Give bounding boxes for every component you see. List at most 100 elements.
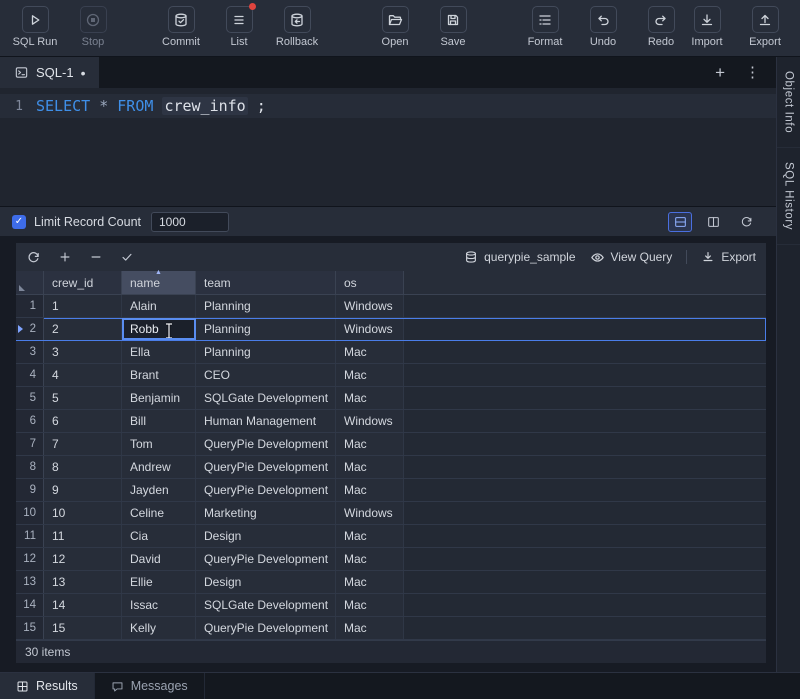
format-button[interactable]: Format [522, 6, 568, 48]
cell-team[interactable]: QueryPie Development [196, 617, 336, 639]
column-header-crew_id[interactable]: crew_id [44, 271, 122, 294]
limit-count-input[interactable] [151, 212, 229, 232]
cell-name[interactable]: Brant [122, 364, 196, 386]
cell-name[interactable]: Kelly [122, 617, 196, 639]
table-row[interactable]: 55BenjaminSQLGate DevelopmentMac [16, 387, 766, 410]
more-options-icon[interactable]: ⋮ [745, 65, 760, 80]
cell-team[interactable]: QueryPie Development [196, 479, 336, 501]
list-button[interactable]: List [216, 6, 262, 48]
cell-team[interactable]: Design [196, 571, 336, 593]
new-tab-icon[interactable]: + [715, 64, 725, 81]
table-row[interactable]: 11AlainPlanningWindows [16, 295, 766, 318]
table-row[interactable]: 22PlanningWindows [16, 318, 766, 341]
cell-os[interactable]: Mac [336, 571, 404, 593]
apply-changes-icon[interactable] [120, 250, 134, 264]
cell-team[interactable]: Design [196, 525, 336, 547]
row-number[interactable]: 8 [16, 456, 44, 478]
cell-name[interactable]: David [122, 548, 196, 570]
table-row[interactable]: 1313EllieDesignMac [16, 571, 766, 594]
column-header-team[interactable]: team [196, 271, 336, 294]
tab-messages[interactable]: Messages [95, 673, 205, 699]
cell-name[interactable]: Issac [122, 594, 196, 616]
table-row[interactable]: 99JaydenQueryPie DevelopmentMac [16, 479, 766, 502]
cell-name[interactable]: Alain [122, 295, 196, 317]
split-vertical-button[interactable] [701, 212, 725, 232]
cell-name[interactable]: Benjamin [122, 387, 196, 409]
table-row[interactable]: 1010CelineMarketingWindows [16, 502, 766, 525]
cell-team[interactable]: SQLGate Development [196, 387, 336, 409]
cell-name[interactable]: Jayden [122, 479, 196, 501]
row-number[interactable]: 13 [16, 571, 44, 593]
cell-crew_id[interactable]: 1 [44, 295, 122, 317]
cell-team[interactable]: Marketing [196, 502, 336, 524]
open-button[interactable]: Open [372, 6, 418, 48]
cell-crew_id[interactable]: 9 [44, 479, 122, 501]
cell-crew_id[interactable]: 5 [44, 387, 122, 409]
row-number[interactable]: 12 [16, 548, 44, 570]
cell-name[interactable]: Andrew [122, 456, 196, 478]
cell-os[interactable]: Windows [336, 318, 404, 340]
row-number[interactable]: 9 [16, 479, 44, 501]
row-number[interactable]: 6 [16, 410, 44, 432]
row-number[interactable]: 11 [16, 525, 44, 547]
table-row[interactable]: 44BrantCEOMac [16, 364, 766, 387]
tab-object-info[interactable]: Object Info [777, 57, 800, 148]
database-indicator[interactable]: querypie_sample [464, 250, 575, 264]
table-row[interactable]: 33EllaPlanningMac [16, 341, 766, 364]
cell-crew_id[interactable]: 12 [44, 548, 122, 570]
cell-crew_id[interactable]: 4 [44, 364, 122, 386]
tab-results[interactable]: Results [0, 673, 95, 699]
cell-crew_id[interactable]: 3 [44, 341, 122, 363]
row-number[interactable]: 5 [16, 387, 44, 409]
row-number[interactable]: 3 [16, 341, 44, 363]
cell-team[interactable]: Planning [196, 341, 336, 363]
cell-name[interactable]: Celine [122, 502, 196, 524]
tab-sql-1[interactable]: SQL-1 • [0, 57, 99, 88]
cell-name[interactable]: Tom [122, 433, 196, 455]
import-button[interactable]: Import [684, 6, 730, 48]
add-row-icon[interactable] [58, 250, 72, 264]
column-header-os[interactable]: os [336, 271, 404, 294]
tab-sql-history[interactable]: SQL History [777, 148, 800, 245]
cell-os[interactable]: Mac [336, 341, 404, 363]
limit-checkbox[interactable]: ✓ [12, 215, 26, 229]
cell-team[interactable]: SQLGate Development [196, 594, 336, 616]
cell-team[interactable]: CEO [196, 364, 336, 386]
column-header-name[interactable]: ▲ name [122, 271, 196, 294]
export-button[interactable]: Export [742, 6, 788, 48]
cell-name[interactable]: Ellie [122, 571, 196, 593]
cell-team[interactable]: QueryPie Development [196, 456, 336, 478]
delete-row-icon[interactable] [89, 250, 103, 264]
cell-crew_id[interactable]: 10 [44, 502, 122, 524]
cell-os[interactable]: Mac [336, 387, 404, 409]
refresh-panel-button[interactable] [734, 212, 758, 232]
cell-os[interactable]: Windows [336, 410, 404, 432]
table-row[interactable]: 1414IssacSQLGate DevelopmentMac [16, 594, 766, 617]
sql-editor[interactable]: 1 SELECT * FROM crew_info ; [0, 88, 776, 206]
row-number[interactable]: 7 [16, 433, 44, 455]
cell-team[interactable]: Planning [196, 318, 336, 340]
cell-name[interactable]: Ella [122, 341, 196, 363]
row-number[interactable]: 10 [16, 502, 44, 524]
table-row[interactable]: 1212DavidQueryPie DevelopmentMac [16, 548, 766, 571]
save-button[interactable]: Save [430, 6, 476, 48]
table-row[interactable]: 77TomQueryPie DevelopmentMac [16, 433, 766, 456]
row-number[interactable]: 1 [16, 295, 44, 317]
cell-os[interactable]: Mac [336, 456, 404, 478]
rollback-button[interactable]: Rollback [274, 6, 320, 48]
cell-os[interactable]: Mac [336, 617, 404, 639]
export-results-button[interactable]: Export [701, 250, 756, 264]
cell-editor-input[interactable] [124, 320, 194, 338]
cell-crew_id[interactable]: 15 [44, 617, 122, 639]
cell-os[interactable]: Mac [336, 594, 404, 616]
undo-button[interactable]: Undo [580, 6, 626, 48]
cell-name[interactable]: Bill [122, 410, 196, 432]
cell-team[interactable]: Human Management [196, 410, 336, 432]
cell-crew_id[interactable]: 11 [44, 525, 122, 547]
row-number[interactable]: 2 [16, 318, 44, 340]
table-row[interactable]: 1111CiaDesignMac [16, 525, 766, 548]
cell-name[interactable] [122, 318, 196, 340]
cell-crew_id[interactable]: 14 [44, 594, 122, 616]
cell-os[interactable]: Mac [336, 525, 404, 547]
select-all-corner[interactable] [16, 271, 44, 294]
